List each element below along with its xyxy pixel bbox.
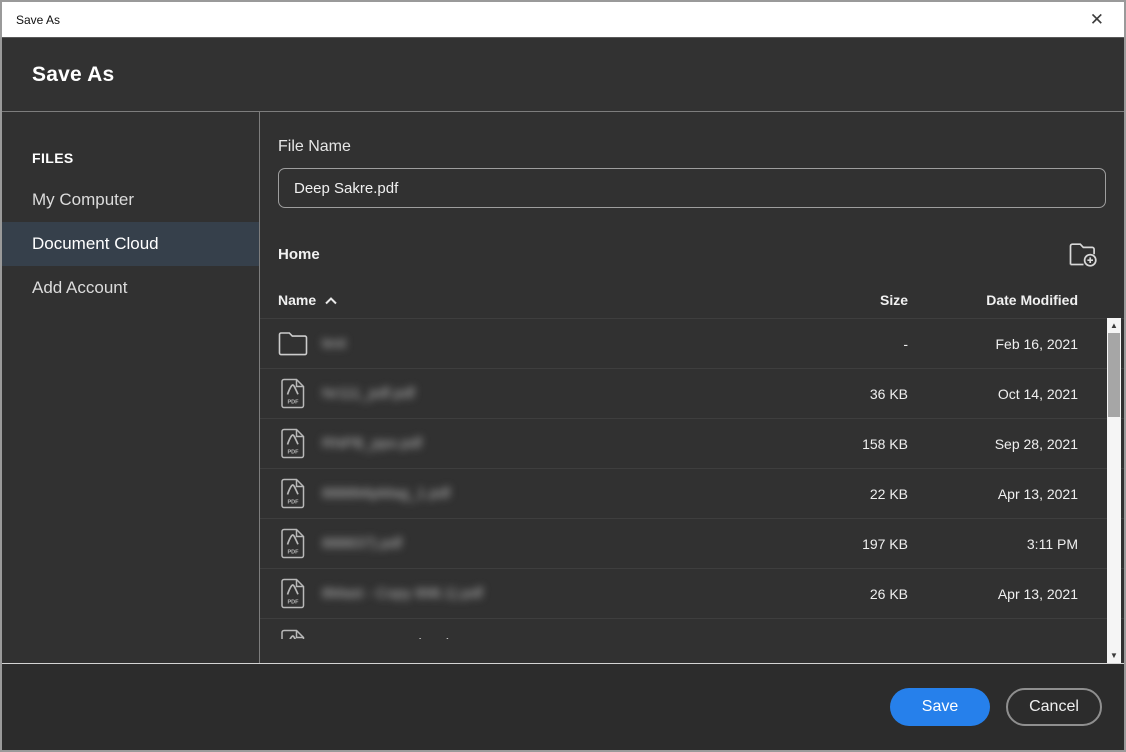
dialog-body: FILES My Computer Document Cloud Add Accou… (2, 112, 1124, 663)
file-size: 197 KB (862, 535, 908, 552)
scrollbar-track[interactable] (1107, 417, 1121, 648)
scrollbar-thumb[interactable] (1108, 333, 1120, 417)
svg-text:PDF: PDF (288, 400, 300, 406)
column-header-date[interactable]: Date Modified (908, 292, 1078, 308)
file-size: 36 KB (869, 385, 908, 402)
scroll-down-icon[interactable]: ▼ (1107, 648, 1121, 663)
dialog-header: Save As (2, 38, 1124, 112)
file-name-text: Nr111_pdf.pdf (322, 385, 415, 402)
file-name-input[interactable] (278, 168, 1106, 208)
file-date-modified: 3:11 PM (1026, 535, 1078, 552)
pdf-file-icon: PDF (278, 478, 308, 509)
file-rows: test - Feb 16, 2021 PDF Nr111_pdf.pdf 36… (260, 318, 1124, 639)
dialog-footer: Save Cancel (2, 663, 1124, 750)
file-size: 158 KB (862, 435, 908, 452)
svg-text:PDF: PDF (288, 600, 300, 606)
dialog-title: Save As (32, 62, 115, 86)
file-size: 22 KB (869, 485, 908, 502)
pdf-file-icon: PDF (278, 428, 308, 459)
clipped-file-row[interactable]: PDF 900 - to Copy (950) - K 36 KB Apr 13… (260, 618, 1124, 639)
pdf-file-icon: PDF (278, 629, 308, 639)
column-header-name[interactable]: Name (278, 292, 798, 308)
sidebar-item-add-account[interactable]: Add Account (2, 266, 259, 310)
svg-text:PDF: PDF (288, 500, 300, 506)
file-row[interactable]: PDF 888837).pdf 197 KB 3:11 PM (260, 518, 1124, 568)
file-name-text: 8888MipMag_1.pdf (322, 485, 451, 502)
file-date-modified: Apr 13, 2021 (908, 636, 1078, 639)
file-name-text: 8Mast - Copy 898.1).pdf (322, 585, 483, 602)
titlebar: Save As ✕ (2, 2, 1124, 38)
location-label: Home (278, 245, 320, 263)
file-name-text: RNPB_ppo.pdf (322, 435, 423, 452)
svg-text:PDF: PDF (288, 550, 300, 556)
file-name-label: File Name (278, 138, 351, 155)
file-date-modified: Apr 13, 2021 (997, 485, 1078, 502)
file-row[interactable]: PDF 8Mast - Copy 898.1).pdf 26 KB Apr 13… (260, 568, 1124, 618)
new-folder-button[interactable] (1068, 241, 1106, 268)
window-title: Save As (16, 12, 61, 27)
sidebar-item-my-computer[interactable]: My Computer (2, 178, 259, 222)
file-row[interactable]: PDF 8888MipMag_1.pdf 22 KB Apr 13, 2021 (260, 468, 1124, 518)
folder-plus-icon (1068, 241, 1098, 268)
file-row[interactable]: test - Feb 16, 2021 (260, 318, 1124, 368)
main-panel: File Name Home (260, 112, 1124, 663)
folder-icon (278, 331, 308, 356)
sidebar-items: My Computer Document Cloud Add Account (2, 178, 259, 310)
file-date-modified: Apr 13, 2021 (997, 585, 1078, 602)
pdf-file-icon: PDF (278, 578, 308, 609)
pdf-file-icon: PDF (278, 528, 308, 559)
file-date-modified: Oct 14, 2021 (997, 385, 1078, 402)
svg-text:PDF: PDF (288, 450, 300, 456)
sort-ascending-icon (325, 297, 337, 305)
column-name-label: Name (278, 292, 317, 308)
file-row[interactable]: PDF RNPB_ppo.pdf 158 KB Sep 28, 2021 (260, 418, 1124, 468)
file-size: 36 KB (798, 636, 908, 639)
file-date-modified: Feb 16, 2021 (995, 335, 1078, 352)
save-button[interactable]: Save (890, 688, 990, 726)
file-size: - (903, 335, 908, 352)
file-list: test - Feb 16, 2021 PDF Nr111_pdf.pdf 36… (260, 318, 1124, 663)
column-header-size[interactable]: Size (798, 292, 908, 308)
file-size: 26 KB (869, 585, 908, 602)
scroll-up-icon[interactable]: ▲ (1107, 318, 1121, 333)
file-name-text: test (322, 335, 347, 352)
close-icon[interactable]: ✕ (1084, 9, 1110, 30)
pdf-file-icon: PDF (278, 378, 308, 409)
file-row[interactable]: PDF 900 - to Copy (950) - K 36 KB Apr 13… (260, 619, 1124, 639)
file-name-text: 888837).pdf (322, 535, 403, 552)
save-as-dialog: Save As ✕ Save As FILES My Computer Docum… (0, 0, 1126, 752)
file-date-modified: Sep 28, 2021 (994, 435, 1078, 452)
file-name-text: 900 - to Copy (950) - K (322, 636, 475, 640)
table-header: Name Size Date Modified (260, 282, 1124, 318)
sidebar: FILES My Computer Document Cloud Add Accou… (2, 112, 260, 663)
sidebar-item-document-cloud[interactable]: Document Cloud (2, 222, 259, 266)
cancel-button[interactable]: Cancel (1006, 688, 1102, 726)
sidebar-section-files: FILES (32, 150, 74, 166)
scrollbar[interactable]: ▲ ▼ (1107, 318, 1121, 663)
file-row[interactable]: PDF Nr111_pdf.pdf 36 KB Oct 14, 2021 (260, 368, 1124, 418)
